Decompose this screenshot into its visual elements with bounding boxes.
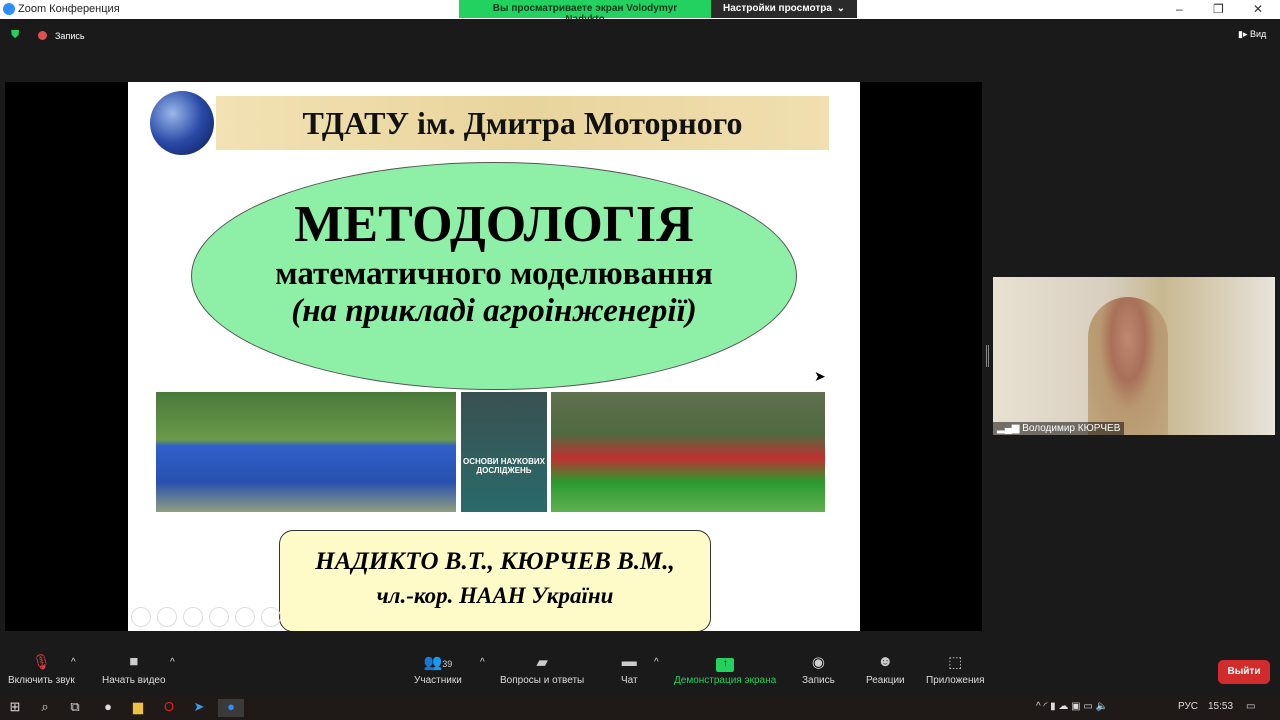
- share-screen-button[interactable]: ↑ Демонстрация экрана: [674, 653, 776, 686]
- telegram-icon[interactable]: ➤: [190, 699, 208, 717]
- qa-icon: ▰: [536, 654, 548, 671]
- record-label: Запись: [802, 675, 835, 686]
- participants-label: Участники: [414, 675, 462, 686]
- book-cover-photo: ОСНОВИ НАУКОВИХ ДОСЛІДЖЕНЬ: [461, 392, 547, 512]
- participant-image: [1088, 297, 1168, 435]
- slide-subtitle: математичного моделювання: [275, 256, 713, 292]
- slide-title: МЕТОДОЛОГІЯ: [294, 196, 694, 253]
- more-icon[interactable]: [261, 607, 281, 627]
- windows-start-icon[interactable]: ⊞: [6, 699, 24, 717]
- mouse-cursor-icon: ➤: [814, 368, 826, 384]
- apps-label: Приложения: [926, 675, 985, 686]
- green-tractor-photo: [551, 392, 825, 512]
- pen-icon[interactable]: [183, 607, 203, 627]
- participants-icon: 👥39: [423, 654, 453, 671]
- participants-count: 39: [442, 659, 453, 669]
- opera-icon[interactable]: O: [160, 699, 178, 717]
- chevron-down-icon: ⌄: [836, 3, 845, 14]
- participant-name-tag: ▂▄▆ Володимир КЮРЧЕВ: [993, 422, 1125, 435]
- record-dot-icon: [38, 31, 47, 40]
- view-settings-button[interactable]: Настройки просмотра ⌄: [711, 0, 857, 18]
- next-slide-icon[interactable]: [157, 607, 177, 627]
- reactions-label: Реакции: [866, 675, 905, 686]
- slide-subtitle-italic: (на прикладі агроінженерії): [291, 293, 697, 329]
- share-screen-label: Демонстрация экрана: [674, 675, 777, 686]
- zoom-taskbar-icon[interactable]: ●: [218, 699, 244, 717]
- participants-button[interactable]: 👥39 Участники: [414, 653, 462, 686]
- shield-icon[interactable]: ⛊: [11, 29, 19, 42]
- clock[interactable]: 15:53: [1208, 701, 1233, 712]
- authors-names: НАДИКТО В.Т., КЮРЧЕВ В.М.,: [315, 548, 675, 575]
- restore-button[interactable]: ❐: [1213, 2, 1224, 16]
- qa-button[interactable]: ▰ Вопросы и ответы: [500, 653, 584, 686]
- zoom-logo-icon: [3, 3, 15, 15]
- view-button[interactable]: ▮▸ Вид: [1238, 29, 1266, 40]
- chat-button[interactable]: ▬ Чат: [621, 653, 638, 686]
- video-options-chevron-icon[interactable]: ^: [170, 657, 175, 668]
- file-explorer-icon[interactable]: ▆: [129, 699, 147, 717]
- recording-label: Запись: [55, 31, 85, 41]
- unmute-label: Включить звук: [8, 675, 75, 686]
- user-app-icon[interactable]: ●: [99, 699, 117, 717]
- viewing-label: Вы просматриваете экран Volodymyr Nadykt…: [459, 0, 711, 25]
- participant-video[interactable]: ▂▄▆ Володимир КЮРЧЕВ: [993, 277, 1275, 435]
- chat-chevron-icon[interactable]: ^: [654, 657, 659, 668]
- blue-tractor-photo: [156, 392, 456, 512]
- title-ellipse: МЕТОДОЛОГІЯ математичного моделювання (н…: [191, 162, 797, 390]
- task-view-icon[interactable]: ⧉: [66, 699, 84, 717]
- presentation-slide: ТДАТУ ім. Дмитра Моторного МЕТОДОЛОГІЯ м…: [128, 82, 860, 631]
- input-language[interactable]: РУС: [1178, 701, 1198, 712]
- chat-icon: ▬: [621, 653, 637, 670]
- resize-handle[interactable]: [986, 345, 989, 367]
- meeting-toolbar: 🎙 Включить звук ^ ■ Начать видео ^ 👥39 Учас…: [0, 645, 1280, 695]
- slides-icon[interactable]: [209, 607, 229, 627]
- authors-box: НАДИКТО В.Т., КЮРЧЕВ В.М., чл.-кор. НААН…: [279, 530, 711, 631]
- leave-button[interactable]: Выйти: [1218, 660, 1270, 684]
- meeting-top-bar: ⛊ Запись ▮▸ Вид: [0, 19, 1280, 53]
- zoom-icon[interactable]: [235, 607, 255, 627]
- chat-label: Чат: [621, 675, 638, 686]
- prev-slide-icon[interactable]: [131, 607, 151, 627]
- reactions-button[interactable]: ☻ Реакции: [866, 653, 905, 686]
- view-settings-label: Настройки просмотра: [723, 3, 832, 14]
- record-icon: ◉: [811, 654, 825, 671]
- start-video-button[interactable]: ■ Начать видео: [102, 653, 166, 686]
- qa-label: Вопросы и ответы: [500, 675, 585, 686]
- participant-name: Володимир КЮРЧЕВ: [1022, 423, 1121, 434]
- view-label: Вид: [1249, 29, 1267, 39]
- unmute-button[interactable]: 🎙 Включить звук: [8, 653, 75, 686]
- video-off-icon: ■: [129, 653, 139, 670]
- minimize-button[interactable]: –: [1176, 2, 1183, 16]
- window-title: Zoom Конференция: [18, 3, 120, 15]
- participants-chevron-icon[interactable]: ^: [480, 657, 485, 668]
- book-title: ОСНОВИ НАУКОВИХ ДОСЛІДЖЕНЬ: [463, 457, 545, 475]
- apps-button[interactable]: ⬚ Приложения: [926, 653, 985, 686]
- slide-controls: [131, 607, 281, 627]
- start-video-label: Начать видео: [102, 675, 166, 686]
- audio-options-chevron-icon[interactable]: ^: [71, 657, 76, 668]
- screen-share-banner: Вы просматриваете экран Volodymyr Nadykt…: [459, 0, 857, 25]
- globe-logo-icon: [150, 91, 214, 155]
- windows-taskbar: ⊞ ⌕ ⧉ ● ▆ O ➤ ● ^ ◜ ▮ ☁ ▣ ▭ 🔈 РУС 15:53 …: [0, 695, 1280, 720]
- tray-icons[interactable]: ^ ◜ ▮ ☁ ▣ ▭ 🔈: [1036, 701, 1108, 712]
- share-screen-icon: ↑: [674, 653, 776, 672]
- search-icon[interactable]: ⌕: [36, 699, 54, 717]
- record-button[interactable]: ◉ Запись: [802, 653, 835, 686]
- apps-icon: ⬚: [948, 654, 963, 671]
- authors-title: чл.-кор. НААН України: [376, 583, 614, 608]
- notifications-icon[interactable]: ▭: [1246, 701, 1255, 712]
- reactions-icon: ☻: [877, 653, 894, 670]
- muted-mic-icon: 🎙: [31, 654, 51, 671]
- slide-header: ТДАТУ ім. Дмитра Моторного: [216, 96, 829, 150]
- close-button[interactable]: ✕: [1253, 2, 1263, 16]
